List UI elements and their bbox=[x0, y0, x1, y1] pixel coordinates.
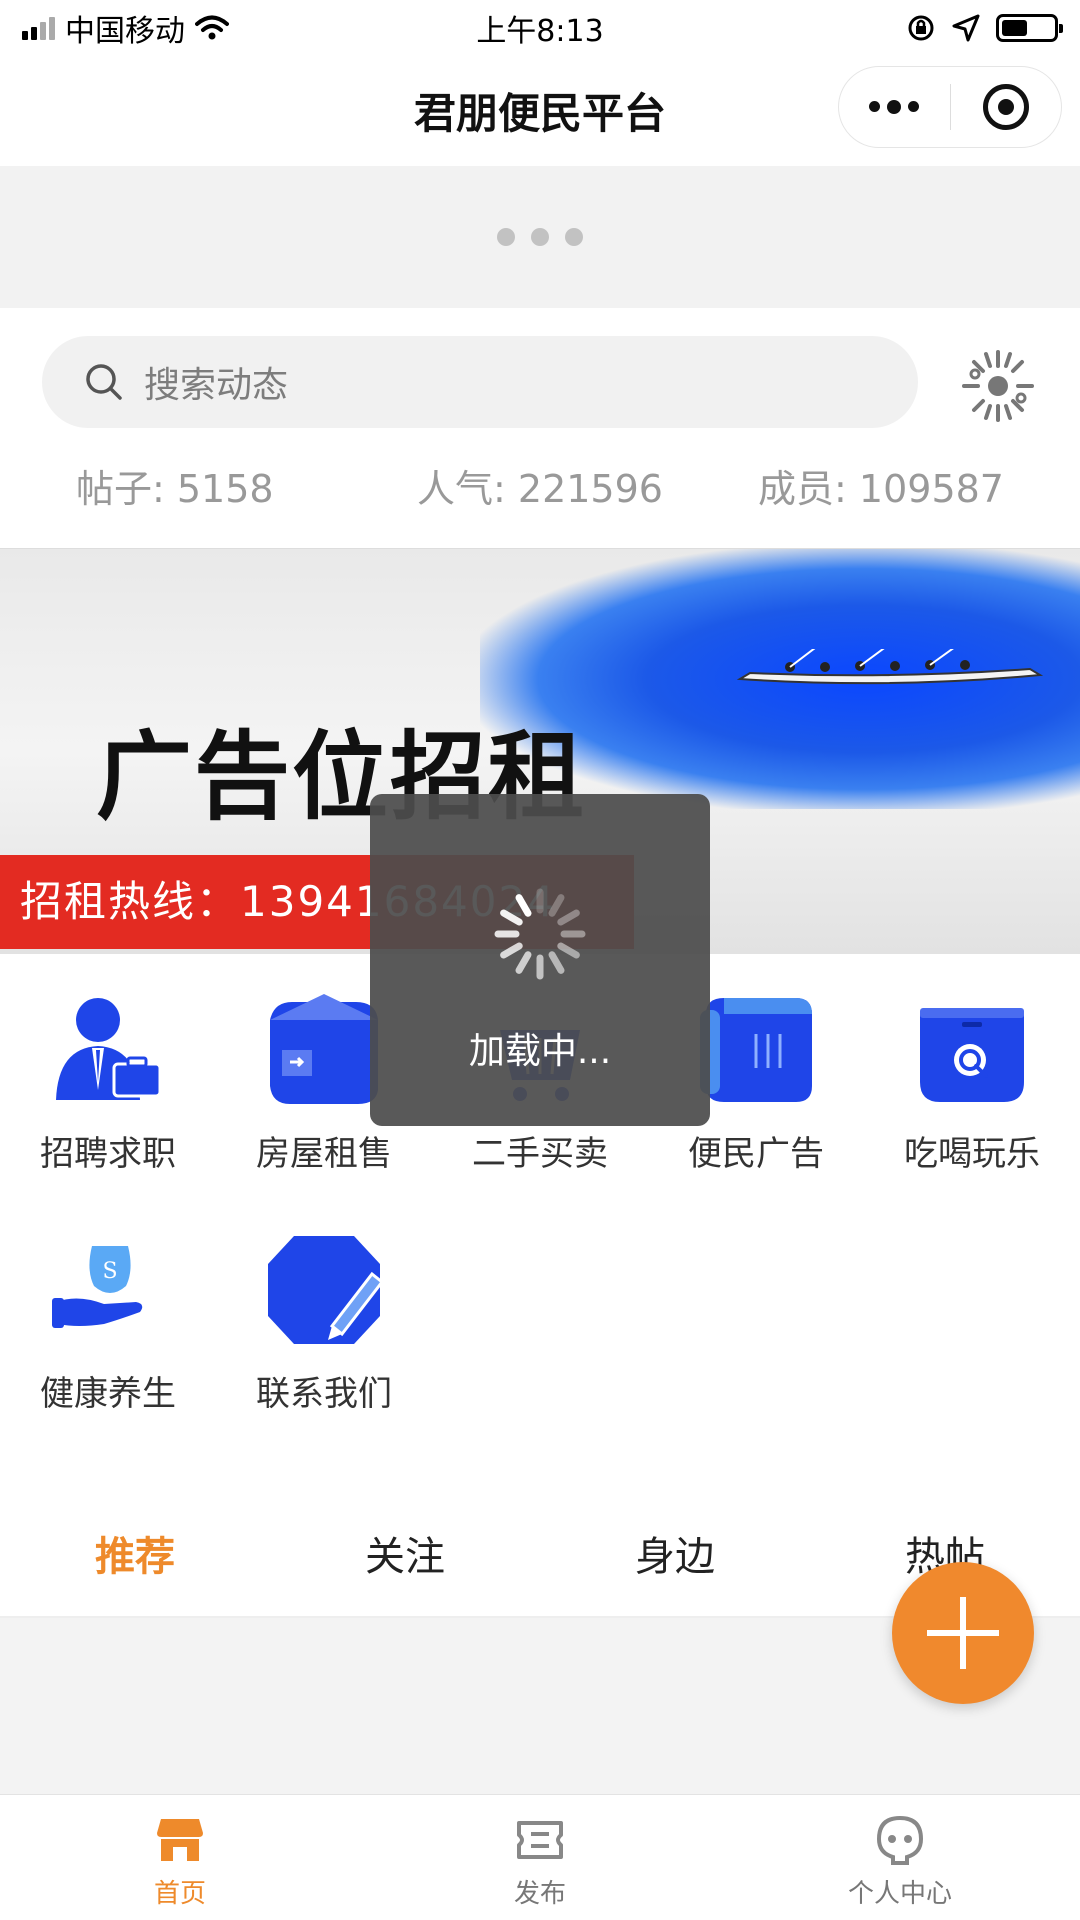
category-label: 吃喝玩乐 bbox=[904, 1134, 1040, 1174]
category-label: 便民广告 bbox=[688, 1134, 824, 1174]
popularity-count: 人气: 221596 bbox=[417, 467, 663, 511]
home-store-icon bbox=[157, 1819, 203, 1861]
spinner-spoke bbox=[548, 951, 565, 974]
spinner-spoke bbox=[557, 942, 580, 959]
category-label: 房屋租售 bbox=[256, 1134, 392, 1174]
loading-dot bbox=[565, 228, 583, 246]
spinner-spoke bbox=[557, 909, 580, 926]
svg-text:S: S bbox=[102, 1259, 117, 1284]
publish-icon bbox=[517, 1821, 563, 1859]
spinner-spoke bbox=[515, 951, 532, 974]
spinner-spoke bbox=[500, 942, 523, 959]
search-icon bbox=[86, 364, 122, 400]
contact-icon bbox=[268, 1236, 384, 1344]
carrier-label: 中国移动 bbox=[65, 14, 185, 49]
status-right bbox=[906, 13, 1063, 43]
category-label: 二手买卖 bbox=[472, 1134, 608, 1174]
tabbar-profile[interactable]: 个人中心 bbox=[720, 1795, 1080, 1920]
wifi-icon bbox=[195, 15, 229, 40]
loading-dot bbox=[497, 228, 515, 246]
status-left: 中国移动 bbox=[22, 6, 229, 50]
status-bar: 中国移动 上午8:13 bbox=[0, 0, 1080, 56]
more-button[interactable] bbox=[839, 66, 950, 148]
category-label: 招聘求职 bbox=[40, 1134, 176, 1174]
spinner-spoke bbox=[500, 909, 523, 926]
spinner-spoke bbox=[548, 894, 565, 917]
tabbar-home[interactable]: 首页 bbox=[0, 1795, 360, 1920]
battery-icon bbox=[996, 14, 1063, 42]
tabbar-label: 发布 bbox=[513, 1879, 566, 1909]
stats-row: 帖子: 5158 人气: 221596 成员: 109587 bbox=[0, 458, 1080, 513]
add-post-button[interactable] bbox=[892, 1562, 1034, 1704]
tabbar-publish[interactable]: 发布 bbox=[360, 1795, 720, 1920]
recruitment-icon bbox=[56, 998, 162, 1100]
food-fun-icon bbox=[920, 1008, 1024, 1102]
house-icon bbox=[270, 994, 378, 1104]
tab-following[interactable]: 关注 bbox=[270, 1514, 540, 1616]
signal-icon bbox=[22, 16, 55, 40]
category-contact[interactable]: 联系我们 bbox=[216, 1230, 432, 1415]
mini-program-capsule bbox=[838, 66, 1062, 148]
loading-dot bbox=[531, 228, 549, 246]
category-food-fun[interactable]: 吃喝玩乐 bbox=[864, 990, 1080, 1175]
health-icon: S bbox=[52, 1246, 143, 1328]
nav-bar: 君朋便民平台 bbox=[0, 56, 1080, 166]
loading-toast: 加载中... bbox=[370, 794, 710, 1126]
category-label: 联系我们 bbox=[256, 1374, 392, 1414]
battery-fill bbox=[1002, 20, 1027, 36]
tab-recommended[interactable]: 推荐 bbox=[0, 1514, 270, 1616]
posts-count: 帖子: 5158 bbox=[76, 467, 274, 511]
tab-nearby[interactable]: 身边 bbox=[540, 1514, 810, 1616]
ads-icon bbox=[700, 998, 812, 1102]
category-health[interactable]: S 健康养生 bbox=[0, 1230, 216, 1415]
search-section: 搜索动态 帖子: 5158 人气: 221596 成员: 109587 bbox=[0, 308, 1080, 548]
spinner-spoke bbox=[515, 894, 532, 917]
tabbar-label: 个人中心 bbox=[847, 1879, 952, 1909]
search-input[interactable]: 搜索动态 bbox=[42, 336, 918, 428]
category-recruitment[interactable]: 招聘求职 bbox=[0, 990, 216, 1175]
close-mini-program-button[interactable] bbox=[951, 66, 1062, 148]
loading-dots-strip bbox=[0, 166, 1080, 308]
tabbar-label: 首页 bbox=[153, 1879, 206, 1909]
search-placeholder: 搜索动态 bbox=[144, 365, 289, 406]
profile-icon bbox=[876, 1815, 924, 1865]
rotation-lock-icon bbox=[908, 15, 934, 41]
loading-spinner-icon bbox=[494, 888, 586, 980]
rowing-boat-illustration bbox=[736, 649, 1044, 685]
category-label: 健康养生 bbox=[40, 1374, 176, 1414]
loading-text: 加载中... bbox=[468, 1031, 612, 1072]
scan-icon[interactable] bbox=[960, 348, 1036, 424]
more-dots-icon bbox=[869, 99, 920, 114]
location-icon bbox=[952, 14, 980, 42]
bottom-tab-bar: 首页 发布 个人中心 bbox=[0, 1794, 1080, 1920]
target-circle-icon bbox=[982, 84, 1029, 130]
members-count: 成员: 109587 bbox=[758, 467, 1004, 511]
